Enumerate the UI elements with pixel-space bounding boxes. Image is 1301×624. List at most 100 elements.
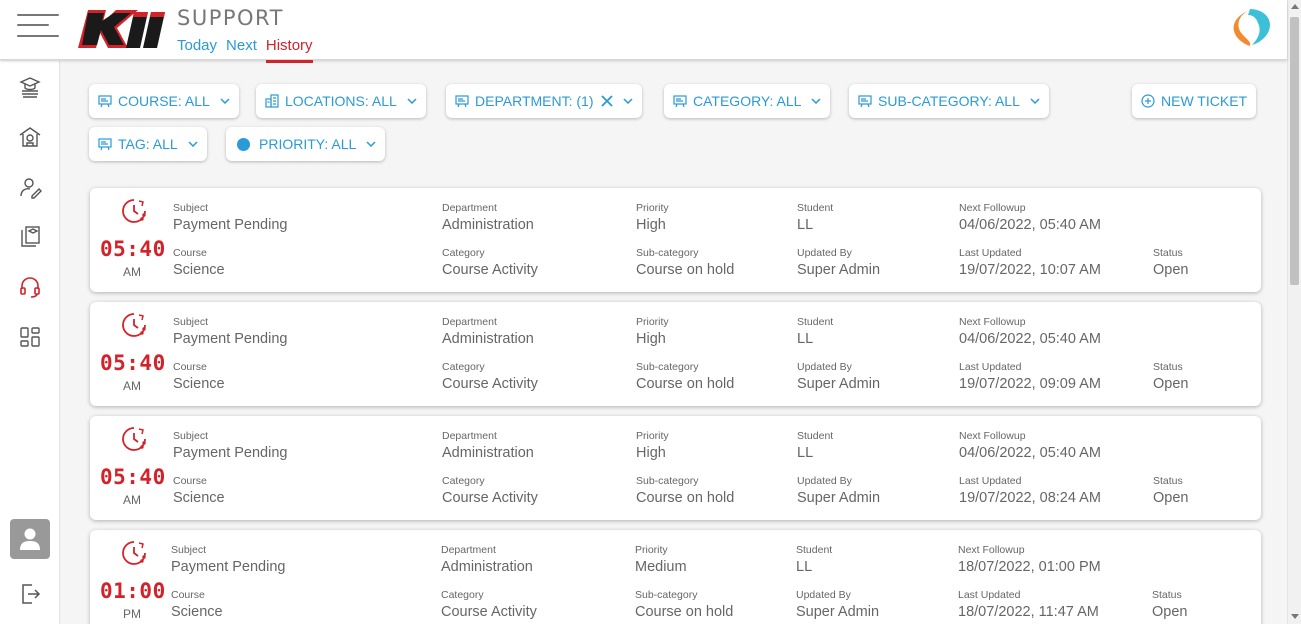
scroll-thumb[interactable] (1290, 17, 1299, 285)
category-field: Category Course Activity (442, 361, 538, 392)
hamburger-menu-icon[interactable] (17, 12, 59, 38)
department-value: Administration (442, 217, 534, 233)
last-updated-label: Last Updated (958, 589, 1021, 601)
ticket-card[interactable]: 01:00 PM Subject Payment Pending Course Sc… (90, 530, 1261, 624)
subcategory-value: Course on hold (636, 376, 735, 392)
next-followup-value: 04/06/2022, 05:40 AM (959, 445, 1101, 461)
status-label: Status (1153, 361, 1183, 373)
priority-label: Priority (636, 430, 669, 442)
logout-icon[interactable] (18, 582, 42, 606)
last-updated-value: 19/07/2022, 08:24 AM (959, 490, 1101, 506)
tag-filter[interactable]: TAG: ALL (89, 127, 207, 161)
student-label: Student (796, 544, 833, 556)
tag-filter-label: TAG: ALL (118, 136, 178, 152)
user-edit-icon[interactable] (18, 175, 42, 199)
ticket-time: 01:00 (100, 579, 166, 603)
subcategory-filter[interactable]: SUB-CATEGORY: ALL (849, 84, 1049, 118)
updated-by-value: Super Admin (797, 262, 881, 278)
page-scrollbar[interactable] (1287, 0, 1301, 624)
subcategory-label: Sub-category (636, 361, 699, 373)
next-followup-label: Next Followup (959, 202, 1026, 214)
category-field: Category Course Activity (442, 475, 538, 506)
nav-tabs: Today Next History (177, 37, 313, 63)
scroll-down-arrow-icon[interactable] (1291, 614, 1299, 619)
ticket-ampm: PM (123, 607, 141, 621)
subject-label: Subject (171, 544, 207, 556)
dashboard-grid-icon[interactable] (18, 325, 42, 349)
updated-by-label: Updated By (796, 589, 851, 601)
course-filter[interactable]: COURSE: ALL (89, 84, 239, 118)
category-value: Course Activity (442, 490, 538, 506)
next-followup-label: Next Followup (959, 316, 1026, 328)
subject-value: Payment Pending (173, 445, 288, 461)
category-value: Course Activity (442, 262, 538, 278)
tab-history[interactable]: History (265, 37, 313, 63)
status-value: Open (1153, 262, 1189, 278)
subject-label: Subject (173, 316, 209, 328)
course-label: Course (173, 247, 207, 259)
student-value: LL (797, 331, 814, 347)
status-field: Status Open (1153, 247, 1188, 278)
tab-today[interactable]: Today (177, 37, 217, 63)
ticket-card[interactable]: 05:40 AM Subject Payment Pending Course Sc… (90, 188, 1261, 292)
status-label: Status (1153, 247, 1183, 259)
chevron-down-icon (188, 141, 198, 147)
kii-logo[interactable] (76, 8, 166, 50)
category-label: Category (442, 247, 485, 259)
graduation-stack-icon[interactable] (18, 75, 42, 99)
course-filter-label: COURSE: ALL (118, 93, 210, 109)
category-label: Category (442, 361, 485, 373)
status-label: Status (1153, 475, 1183, 487)
priority-filter-label: PRIORITY: ALL (259, 136, 357, 152)
updated-by-field: Updated By Super Admin (797, 247, 880, 278)
department-label: Department (441, 544, 496, 556)
priority-label: Priority (636, 316, 669, 328)
student-label: Student (797, 316, 834, 328)
student-field: Student LL (797, 430, 833, 461)
course-value: Science (173, 376, 225, 392)
subject-field: Subject Payment Pending (173, 202, 287, 233)
clock-history-icon (122, 199, 146, 223)
category-value: Course Activity (441, 604, 537, 620)
category-filter-label: CATEGORY: ALL (693, 93, 802, 109)
chevron-down-icon (811, 98, 821, 104)
subject-field: Subject Payment Pending (171, 544, 285, 575)
app-title: SUPPORT (177, 6, 284, 30)
next-followup-label: Next Followup (959, 430, 1026, 442)
chevron-down-icon (622, 98, 633, 104)
close-icon[interactable] (600, 95, 613, 107)
new-ticket-button[interactable]: NEW TICKET (1132, 84, 1257, 118)
books-icon[interactable] (18, 225, 42, 249)
locations-filter[interactable]: LOCATIONS: ALL (256, 84, 426, 118)
subject-field: Subject Payment Pending (173, 316, 287, 347)
ticket-ampm: AM (123, 265, 141, 279)
priority-field: Priority High (636, 316, 669, 347)
subcategory-value: Course on hold (635, 604, 734, 620)
department-label: Department (442, 430, 497, 442)
school-building-icon[interactable] (18, 125, 42, 149)
headset-icon[interactable] (18, 275, 42, 299)
priority-filter[interactable]: PRIORITY: ALL (226, 127, 386, 161)
updated-by-label: Updated By (797, 475, 852, 487)
next-followup-field: Next Followup 04/06/2022, 05:40 AM (959, 430, 1101, 461)
updated-by-value: Super Admin (796, 604, 880, 620)
department-field: Department Administration (442, 202, 534, 233)
subcategory-field: Sub-category Course on hold (636, 361, 734, 392)
next-followup-field: Next Followup 18/07/2022, 01:00 PM (958, 544, 1101, 575)
ticket-card[interactable]: 05:40 AM Subject Payment Pending Course Sc… (90, 416, 1261, 520)
tab-next[interactable]: Next (226, 37, 257, 63)
scroll-up-arrow-icon[interactable] (1291, 4, 1299, 9)
updated-by-field: Updated By Super Admin (797, 475, 880, 506)
updated-by-label: Updated By (797, 361, 852, 373)
chevron-down-icon (366, 141, 376, 147)
last-updated-value: 18/07/2022, 11:47 AM (958, 604, 1099, 620)
category-filter[interactable]: CATEGORY: ALL (664, 84, 831, 118)
user-avatar[interactable] (10, 519, 50, 559)
updated-by-label: Updated By (797, 247, 852, 259)
department-filter[interactable]: DEPARTMENT: (1) (446, 84, 642, 118)
course-field: Course Science (173, 361, 225, 392)
student-value: LL (797, 445, 814, 461)
ticket-card[interactable]: 05:40 AM Subject Payment Pending Course Sc… (90, 302, 1261, 406)
subcategory-filter-label: SUB-CATEGORY: ALL (878, 93, 1020, 109)
status-field: Status Open (1153, 361, 1188, 392)
